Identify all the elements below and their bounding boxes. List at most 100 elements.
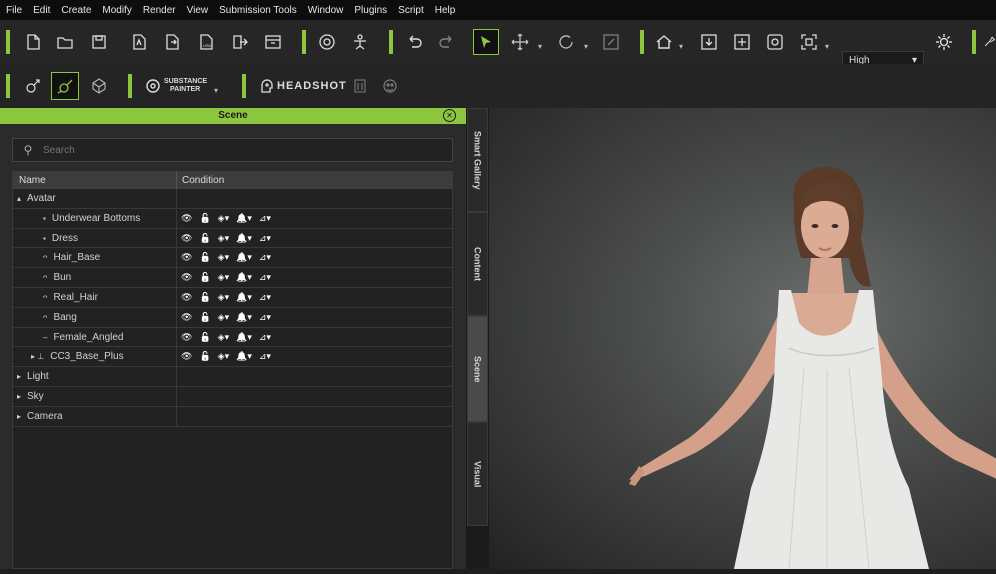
lock-icon[interactable]: 🔓: [199, 288, 210, 307]
menu-file[interactable]: File: [6, 5, 22, 16]
substance-painter-label[interactable]: SUBSTANCE PAINTER: [164, 78, 207, 94]
scale-icon[interactable]: [600, 31, 622, 53]
shape-icon[interactable]: ⊿▾: [259, 328, 271, 347]
menu-window[interactable]: Window: [308, 5, 344, 16]
character-morph-icon[interactable]: [54, 75, 76, 97]
bell-icon[interactable]: 🔔▾: [236, 308, 252, 327]
lock-icon[interactable]: 🔓: [199, 328, 210, 347]
tree-row[interactable]: ▴ Avatar: [13, 189, 452, 209]
tab-smart-gallery[interactable]: Smart Gallery: [467, 108, 488, 212]
face-key-icon[interactable]: [379, 75, 401, 97]
lock-icon[interactable]: 🔓: [199, 268, 210, 287]
tree-row[interactable]: ▪ Underwear Bottoms 👁 🔓 ◈▾ 🔔▾ ⊿▾: [13, 208, 452, 229]
menu-render[interactable]: Render: [143, 5, 176, 16]
menu-help[interactable]: Help: [435, 5, 456, 16]
close-icon[interactable]: ✕: [443, 109, 456, 122]
substance-dropdown-caret[interactable]: ▾: [214, 86, 218, 95]
tree-row[interactable]: ▪ Dress 👁 🔓 ◈▾ 🔔▾ ⊿▾: [13, 228, 452, 249]
frame-icon[interactable]: [764, 31, 786, 53]
menu-edit[interactable]: Edit: [33, 5, 50, 16]
shape-icon[interactable]: ⊿▾: [259, 229, 271, 248]
light-bulb-icon[interactable]: [933, 31, 955, 53]
cube-icon[interactable]: ◈▾: [218, 268, 229, 287]
tab-scene[interactable]: Scene: [467, 316, 488, 422]
save-icon[interactable]: [88, 31, 110, 53]
cube-icon[interactable]: ◈▾: [218, 248, 229, 267]
lock-icon[interactable]: 🔓: [199, 248, 210, 267]
tree-row[interactable]: ▸ Light: [13, 367, 452, 387]
lock-icon[interactable]: 🔓: [199, 209, 210, 228]
open-folder-icon[interactable]: [54, 31, 76, 53]
row-type-icon[interactable]: ▸: [17, 392, 21, 401]
menu-modify[interactable]: Modify: [102, 5, 131, 16]
usd-export-icon[interactable]: USD: [195, 31, 217, 53]
search-input[interactable]: [43, 144, 423, 156]
tree-row[interactable]: ▸ ⊥ CC3_Base_Plus 👁 🔓 ◈▾ 🔔▾ ⊿▾: [13, 347, 452, 368]
new-file-icon[interactable]: [22, 31, 44, 53]
shape-icon[interactable]: ⊿▾: [259, 288, 271, 307]
headshot-label[interactable]: HEADSHOT: [277, 80, 347, 92]
move-dropdown-caret[interactable]: ▾: [538, 42, 542, 51]
bell-icon[interactable]: 🔔▾: [236, 229, 252, 248]
lock-icon[interactable]: 🔓: [199, 308, 210, 327]
menu-plugins[interactable]: Plugins: [354, 5, 387, 16]
3d-viewport[interactable]: [489, 108, 996, 570]
redo-icon[interactable]: [436, 31, 458, 53]
move-icon[interactable]: [509, 31, 531, 53]
visible-eye-icon[interactable]: 👁: [181, 288, 192, 307]
tree-row[interactable]: ᴖ Bun 👁 🔓 ◈▾ 🔔▾ ⊿▾: [13, 268, 452, 288]
cube-icon[interactable]: ◈▾: [218, 209, 229, 228]
col-name-header[interactable]: Name: [13, 172, 177, 189]
bell-icon[interactable]: 🔔▾: [236, 209, 252, 228]
shape-icon[interactable]: ⊿▾: [259, 347, 271, 366]
visible-eye-icon[interactable]: 👁: [181, 248, 192, 267]
face-profile-icon[interactable]: [349, 75, 371, 97]
cube-icon[interactable]: ◈▾: [218, 308, 229, 327]
substance-painter-icon[interactable]: [142, 75, 164, 97]
visible-eye-icon[interactable]: 👁: [181, 308, 192, 327]
bell-icon[interactable]: 🔔▾: [236, 288, 252, 307]
home-dropdown-caret[interactable]: ▾: [679, 42, 683, 51]
tree-row[interactable]: ᴖ Bang 👁 🔓 ◈▾ 🔔▾ ⊿▾: [13, 307, 452, 328]
tree-row[interactable]: ᴖ Hair_Base 👁 🔓 ◈▾ 🔔▾ ⊿▾: [13, 248, 452, 269]
visible-eye-icon[interactable]: 👁: [181, 328, 192, 347]
lock-icon[interactable]: 🔓: [199, 347, 210, 366]
archive-icon[interactable]: [262, 31, 284, 53]
headshot-icon[interactable]: [255, 75, 277, 97]
visible-eye-icon[interactable]: 👁: [181, 229, 192, 248]
cube-icon[interactable]: ◈▾: [218, 347, 229, 366]
row-type-icon[interactable]: ▴: [17, 194, 21, 203]
shape-icon[interactable]: ⊿▾: [259, 268, 271, 287]
import-icon[interactable]: [128, 31, 150, 53]
visible-eye-icon[interactable]: 👁: [181, 268, 192, 287]
visible-eye-icon[interactable]: 👁: [181, 347, 192, 366]
bell-icon[interactable]: 🔔▾: [236, 268, 252, 287]
drop-to-floor-icon[interactable]: [698, 31, 720, 53]
visible-eye-icon[interactable]: 👁: [181, 209, 192, 228]
fit-view-icon[interactable]: [798, 31, 820, 53]
menu-script[interactable]: Script: [398, 5, 424, 16]
bone-edit-icon[interactable]: [21, 75, 43, 97]
bell-icon[interactable]: 🔔▾: [236, 328, 252, 347]
shape-icon[interactable]: ⊿▾: [259, 308, 271, 327]
row-type-icon[interactable]: ▸: [17, 372, 21, 381]
tab-content[interactable]: Content: [467, 212, 488, 316]
tree-row[interactable]: ▸ Sky: [13, 386, 452, 407]
shape-icon[interactable]: ⊿▾: [259, 209, 271, 228]
tab-visual[interactable]: Visual: [467, 422, 488, 526]
exit-icon[interactable]: [229, 31, 251, 53]
menu-submission-tools[interactable]: Submission Tools: [219, 5, 297, 16]
rotate-dropdown-caret[interactable]: ▾: [584, 42, 588, 51]
lock-icon[interactable]: 🔓: [199, 229, 210, 248]
tree-row[interactable]: ▸ Camera: [13, 406, 452, 427]
row-type-icon[interactable]: ▸: [17, 412, 21, 421]
mesh-icon[interactable]: [88, 75, 110, 97]
render-icon[interactable]: [316, 31, 338, 53]
cube-icon[interactable]: ◈▾: [218, 288, 229, 307]
home-icon[interactable]: [653, 31, 675, 53]
export-icon[interactable]: [161, 31, 183, 53]
bell-icon[interactable]: 🔔▾: [236, 248, 252, 267]
tree-row[interactable]: ᴖ Real_Hair 👁 🔓 ◈▾ 🔔▾ ⊿▾: [13, 287, 452, 308]
tree-row[interactable]: – Female_Angled 👁 🔓 ◈▾ 🔔▾ ⊿▾: [13, 327, 452, 348]
cube-icon[interactable]: ◈▾: [218, 328, 229, 347]
